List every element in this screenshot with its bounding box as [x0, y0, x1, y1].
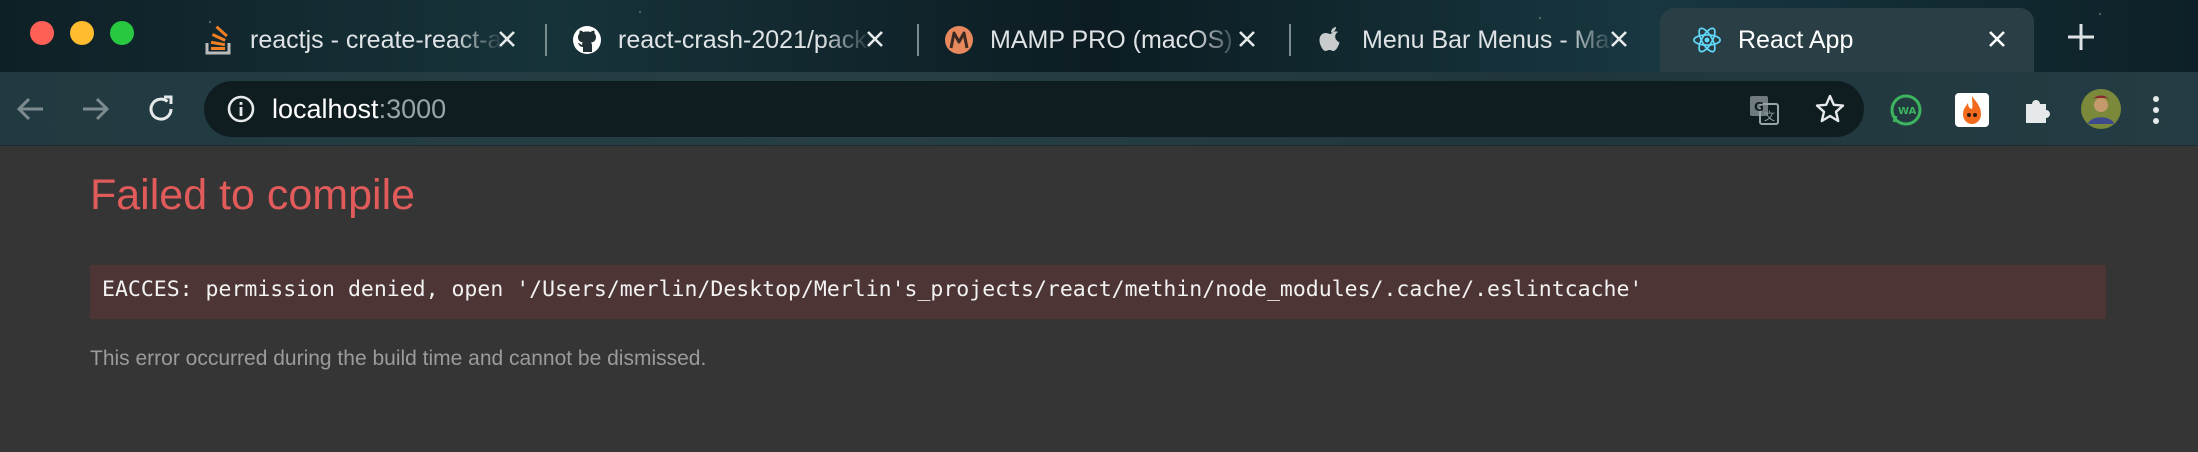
svg-text:文: 文: [1764, 109, 1775, 123]
svg-text:G: G: [1754, 100, 1764, 114]
mamp-icon: [944, 25, 974, 55]
apple-icon: [1316, 25, 1346, 55]
browser-toolbar: localhost:3000 G文 WA: [0, 72, 2198, 146]
stackoverflow-icon: [204, 25, 234, 55]
url-text: localhost:3000: [272, 94, 446, 125]
plus-icon: [2068, 24, 2094, 50]
info-icon[interactable]: [226, 94, 256, 124]
new-tab-button[interactable]: [2064, 20, 2098, 54]
whatsapp-extension-icon[interactable]: WA: [1888, 92, 1924, 128]
bookmark-star-icon[interactable]: [1814, 93, 1846, 125]
arrow-right-icon: [83, 97, 110, 121]
tab-stackoverflow[interactable]: reactjs - create-react-app: [172, 8, 544, 72]
github-icon: [572, 25, 602, 55]
error-message-box: EACCES: permission denied, open '/Users/…: [90, 265, 2106, 319]
svg-text:WA: WA: [1898, 106, 1917, 117]
error-title: Failed to compile: [90, 171, 416, 219]
tab-github[interactable]: react-crash-2021/package.json: [540, 8, 912, 72]
back-button[interactable]: [14, 92, 48, 126]
puzzle-extensions-icon[interactable]: [2018, 92, 2054, 128]
url-port: :3000: [378, 94, 447, 124]
reload-button[interactable]: [144, 92, 178, 126]
url-host: localhost: [272, 94, 379, 124]
tab-apple[interactable]: Menu Bar Menus - Mac: [1284, 8, 1656, 72]
close-tab-icon[interactable]: [1232, 24, 1262, 54]
translate-icon[interactable]: G文: [1748, 94, 1780, 126]
tab-title: MAMP PRO (macOS): [990, 25, 1233, 54]
tab-title: reactjs - create-react-app: [250, 25, 504, 54]
address-bar[interactable]: localhost:3000 G文: [204, 81, 1864, 137]
error-note: This error occurred during the build tim…: [90, 347, 707, 370]
tab-mamp[interactable]: MAMP PRO (macOS): [912, 8, 1284, 72]
profile-avatar[interactable]: [2080, 88, 2122, 130]
minimize-window-button[interactable]: [70, 21, 94, 45]
reload-icon: [149, 95, 173, 121]
react-icon: [1692, 25, 1722, 55]
tab-title: React App: [1738, 25, 1854, 54]
close-tab-icon[interactable]: [1604, 24, 1634, 54]
forward-button[interactable]: [78, 92, 112, 126]
close-window-button[interactable]: [30, 21, 54, 45]
error-message: EACCES: permission denied, open '/Users/…: [102, 277, 1643, 302]
fullscreen-window-button[interactable]: [110, 21, 134, 45]
tab-react-app[interactable]: React App: [1660, 8, 2034, 72]
tab-strip: reactjs - create-react-app react-crash-2…: [0, 0, 2198, 72]
arrow-left-icon: [16, 97, 43, 121]
firebase-extension-icon[interactable]: [1954, 92, 1990, 128]
page-content: Failed to compile EACCES: permission den…: [0, 147, 2198, 452]
close-tab-icon[interactable]: [492, 24, 522, 54]
browser-menu-icon[interactable]: [2146, 92, 2166, 128]
tab-title: Menu Bar Menus - Mac: [1362, 25, 1616, 54]
close-tab-icon[interactable]: [860, 24, 890, 54]
close-tab-icon[interactable]: [1982, 24, 2012, 54]
tab-title: react-crash-2021/package.json: [618, 25, 872, 54]
